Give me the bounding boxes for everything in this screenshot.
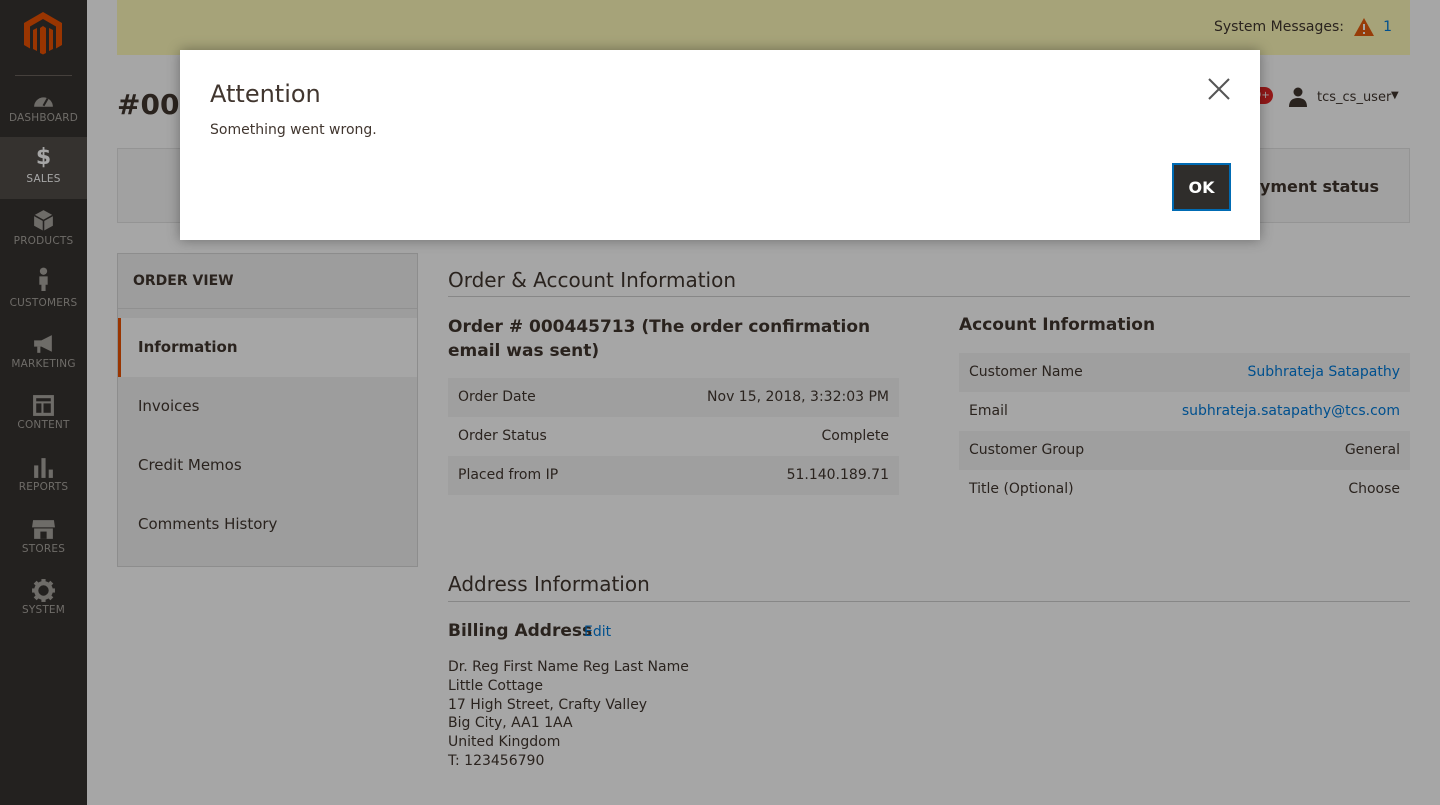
modal-title: Attention	[210, 80, 321, 108]
attention-modal: Attention Something went wrong. OK	[180, 50, 1260, 240]
close-icon[interactable]	[1206, 76, 1232, 102]
ok-button[interactable]: OK	[1172, 163, 1231, 211]
modal-message: Something went wrong.	[210, 122, 377, 138]
